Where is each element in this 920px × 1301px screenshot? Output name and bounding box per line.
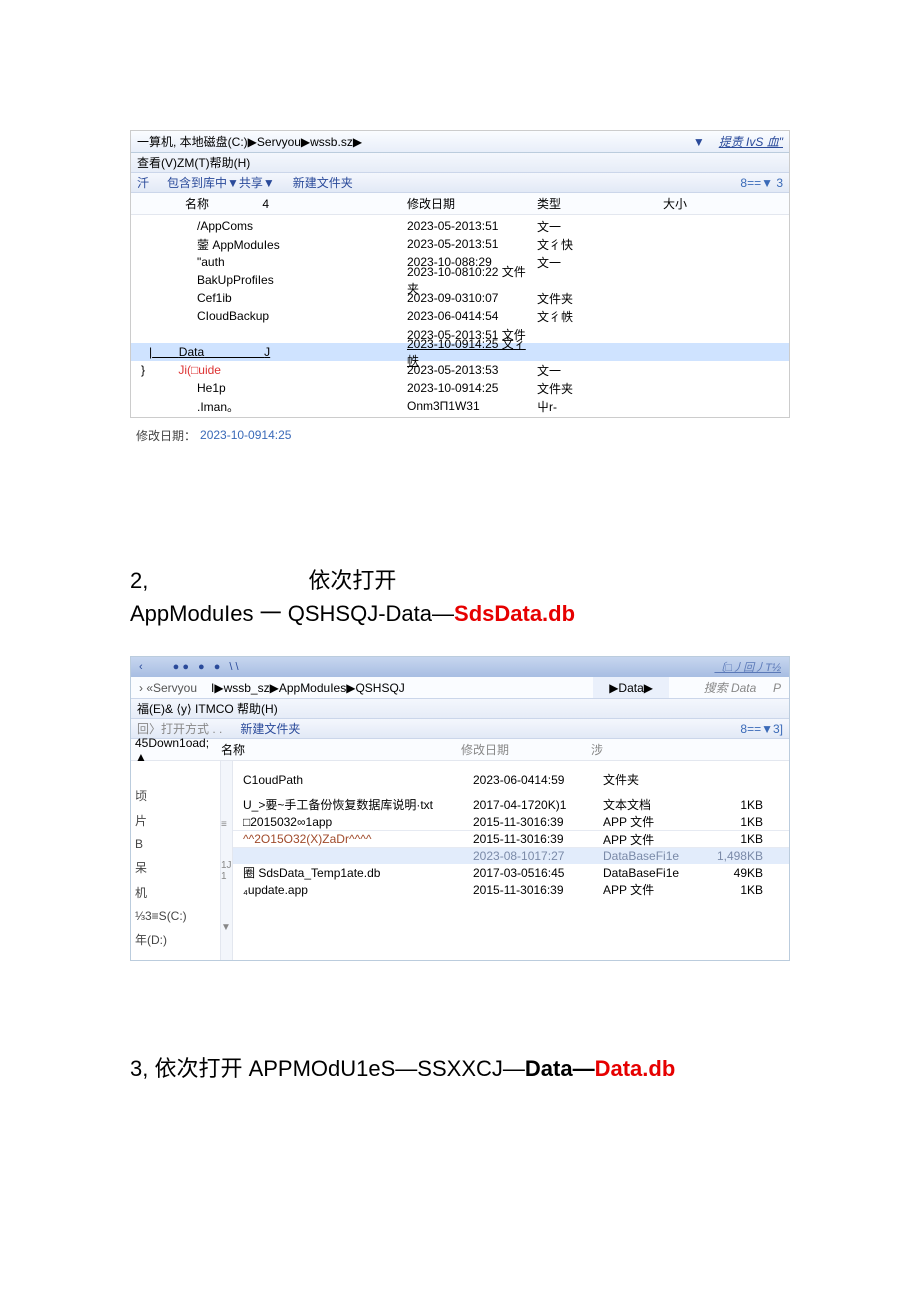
sidebar-item[interactable]: B xyxy=(135,837,216,851)
scrollbar-indicator[interactable]: ≡ 1J 1 ▼ xyxy=(221,761,233,960)
toolbar-new-folder[interactable]: 新建文件夹 xyxy=(293,174,353,191)
toolbar-view-icons[interactable]: 8==▼ 3 xyxy=(740,176,783,190)
toolbar-left-char: 汘 xyxy=(137,174,149,191)
address-dropdown-icon[interactable]: ▼ xyxy=(693,135,705,149)
header-type[interactable]: 类型 xyxy=(537,195,627,212)
file-row[interactable]: /AppComs2023-05-2013:51文一 xyxy=(131,217,789,235)
header-date-2[interactable]: 修改日期 xyxy=(461,741,591,758)
step-2-path-prefix: AppModuIes 一 QSHSQJ-Data— xyxy=(130,601,454,626)
file-row[interactable]: BakUpProfiIes2023-10-0810:22 文件夹 xyxy=(131,271,789,289)
explorer-window-2: ‹ ●● ● ● \\ 〔□⼃回⼃T½ › «Servyou I▶wssb_sz… xyxy=(130,656,790,961)
file-row[interactable]: CIoudBackup2023-06-0414:54文彳帙 xyxy=(131,307,789,325)
status-bar: 修改日期： 2023-10-0914:25 xyxy=(130,426,790,444)
menu-bar-2[interactable]: 福(E)& ⟨y⟩ ITMCO 帮助(H) xyxy=(131,699,789,719)
toolbar-new-folder-2[interactable]: 新建文件夹 xyxy=(240,720,300,737)
explorer-window-1: 一算机, 本地磁盘(C:)▶Servyou▶wssb.sz▶ ▼ 提责 IvS … xyxy=(130,130,790,418)
sidebar-item[interactable]: 呆 xyxy=(135,859,216,876)
status-label: 修改日期： xyxy=(136,427,196,444)
nav-sidebar[interactable]: 顷 片 B 呆 机 ⅓3≡S(C:) 年(D:) xyxy=(131,761,221,960)
title-dots: ●● ● ● \\ xyxy=(173,661,242,673)
file-row[interactable]: He1p2023-10-0914:25文件夹 xyxy=(131,379,789,397)
menu-bar[interactable]: 查看(V)ZM(T)帮助(H) xyxy=(131,153,789,173)
step-2-path-target: SdsData.db xyxy=(454,601,575,626)
file-row[interactable]: ^^2O15O32(X)ZaDr^^^^2015-11-3016:39APP 文… xyxy=(233,830,789,847)
file-row-selected[interactable]: | Data J 2023-10-0914:25 文彳帙 xyxy=(131,343,789,361)
status-date: 2023-10-0914:25 xyxy=(200,428,291,442)
step-3-prefix: 3, 依次打开 APPMOdU1eS—SSXXCJ— xyxy=(130,1056,525,1081)
file-row[interactable]: .Iman。Onm3П1W31屮r- xyxy=(131,397,789,415)
toolbar: 汘 包含到库中▼共享▼ 新建文件夹 8==▼ 3 xyxy=(131,173,789,193)
address-path-2: I▶wssb_sz▶AppModuIes▶QSHSQJ xyxy=(205,681,593,695)
address-bar-2[interactable]: › «Servyou I▶wssb_sz▶AppModuIes▶QSHSQJ ▶… xyxy=(131,677,789,699)
sidebar-item[interactable]: 片 xyxy=(135,812,216,829)
header-name[interactable]: 名称 4 xyxy=(137,195,407,212)
address-path: 一算机, 本地磁盘(C:)▶Servyou▶wssb.sz▶ xyxy=(137,133,693,150)
window-controls[interactable]: 〔□⼃回⼃T½ xyxy=(714,659,781,675)
header-name-2[interactable]: 名称 xyxy=(221,741,461,758)
column-headers-2: 45Down1oad; ▲ 名称 修改日期 涉 xyxy=(131,739,789,761)
file-row[interactable]: 圈 SdsData_Temp1ate.db2017-03-0516:45Data… xyxy=(233,864,789,881)
step-2-open-text: 依次打开 xyxy=(308,564,396,597)
step-2-number: 2, xyxy=(130,564,148,597)
address-data-segment[interactable]: ▶Data▶ xyxy=(593,677,669,698)
file-row-selected-2[interactable]: 2023-08-1017:27DataBaseFi1e1,498KB xyxy=(233,847,789,864)
sidebar-item[interactable]: 年(D:) xyxy=(135,931,216,948)
sidebar-header[interactable]: 45Down1oad; ▲ xyxy=(131,736,221,764)
toolbar-open-with[interactable]: 回〉打开方式 . . xyxy=(137,720,222,737)
toolbar-include[interactable]: 包含到库中▼共享▼ xyxy=(167,174,275,191)
header-date[interactable]: 修改日期 xyxy=(407,195,537,212)
header-type-2[interactable]: 涉 xyxy=(591,741,691,758)
address-servyou: › «Servyou xyxy=(131,681,205,695)
file-row[interactable]: C1oudPath2023-06-0414:59文件夹 xyxy=(233,771,789,788)
file-row[interactable]: Cef1ib2023-09-0310:07文件夹 xyxy=(131,289,789,307)
sidebar-item[interactable]: 顷 xyxy=(135,787,216,804)
step-3-heading: 3, 依次打开 APPMOdU1eS—SSXXCJ—Data—Data.db xyxy=(130,1051,790,1083)
file-list: /AppComs2023-05-2013:51文一 蓥 AppModuIes20… xyxy=(131,215,789,417)
file-row[interactable]: } Ji(□uide2023-05-2013:53文一 xyxy=(131,361,789,379)
file-row[interactable]: ₄update.app2015-11-3016:39APP 文件1KB xyxy=(233,881,789,898)
file-row[interactable]: □2015032∞1app2015-11-3016:39APP 文件1KB xyxy=(233,813,789,830)
step-2-heading: 2, 依次打开 AppModuIes 一 QSHSQJ-Data—SdsData… xyxy=(130,564,790,630)
search-box-text[interactable]: 提责 IvS 血" xyxy=(719,133,783,150)
sidebar-item[interactable]: 机 xyxy=(135,884,216,901)
file-row[interactable]: U_>要~手工备份恢复数据库说明·txt2017-04-1720K)1文本文档1… xyxy=(233,796,789,813)
title-bar: ‹ ●● ● ● \\ 〔□⼃回⼃T½ xyxy=(131,657,789,677)
file-list-2: C1oudPath2023-06-0414:59文件夹 U_>要~手工备份恢复数… xyxy=(233,761,789,960)
sidebar-item[interactable]: ⅓3≡S(C:) xyxy=(135,909,216,923)
toolbar-view-2[interactable]: 8==▼3] xyxy=(740,722,783,736)
step-3-target: Data.db xyxy=(595,1056,676,1081)
column-headers: 名称 4 修改日期 类型 大小 xyxy=(131,193,789,215)
search-box-2[interactable]: 搜索 Data P xyxy=(669,679,789,696)
header-size[interactable]: 大小 xyxy=(627,195,687,212)
toolbar-2: 回〉打开方式 . . 新建文件夹 8==▼3] xyxy=(131,719,789,739)
address-bar[interactable]: 一算机, 本地磁盘(C:)▶Servyou▶wssb.sz▶ ▼ 提责 IvS … xyxy=(131,131,789,153)
step-3-bold: Data— xyxy=(525,1056,595,1081)
file-row[interactable]: 蓥 AppModuIes2023-05-2013:51文彳快 xyxy=(131,235,789,253)
